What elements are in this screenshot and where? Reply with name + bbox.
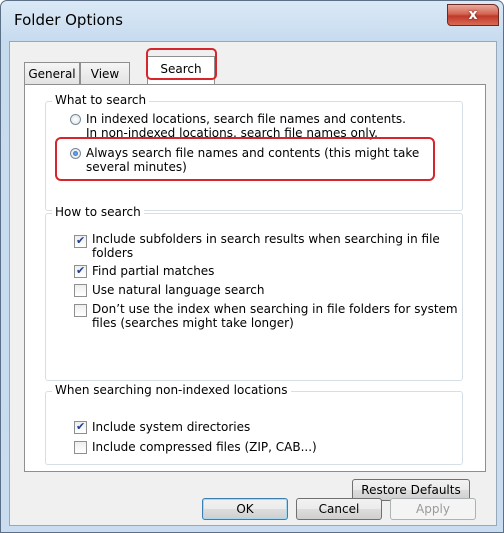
label-find-partial: Find partial matches: [92, 264, 215, 278]
radio-indexed-locations[interactable]: [70, 114, 81, 125]
label-dont-use-index-line2: files (searches might take longer): [92, 316, 294, 330]
option-indexed-line1: In indexed locations, search file names …: [86, 112, 406, 126]
search-tab-panel: What to search In indexed locations, sea…: [24, 84, 486, 501]
window-title: Folder Options: [14, 11, 123, 29]
close-button[interactable]: x: [447, 4, 499, 26]
checkbox-system-directories[interactable]: [74, 420, 87, 434]
checkbox-natural-language[interactable]: [74, 284, 87, 297]
checkbox-dont-use-index[interactable]: [74, 304, 87, 317]
label-dont-use-index-line1: Don’t use the index when searching in fi…: [92, 302, 458, 316]
title-bar[interactable]: Folder Options x: [1, 1, 503, 41]
non-indexed-title: When searching non-indexed locations: [52, 383, 291, 397]
how-to-search-title: How to search: [52, 205, 144, 219]
folder-options-window: Folder Options x General View Search Wha…: [0, 0, 504, 533]
label-natural-language: Use natural language search: [92, 283, 265, 297]
dialog-client-area: General View Search What to search In in…: [9, 41, 497, 526]
tab-view[interactable]: View: [80, 62, 130, 84]
always-search-highlight: [55, 137, 435, 181]
cancel-button[interactable]: Cancel: [296, 498, 382, 520]
what-to-search-title: What to search: [52, 93, 150, 107]
close-icon: x: [468, 7, 478, 23]
label-compressed-files: Include compressed files (ZIP, CAB...): [92, 440, 317, 454]
tab-general[interactable]: General: [24, 62, 80, 84]
search-tab-highlight: [146, 48, 217, 80]
apply-button[interactable]: Apply: [390, 498, 476, 520]
label-include-subfolders-line2: folders: [92, 246, 134, 260]
checkbox-find-partial[interactable]: [74, 264, 87, 278]
checkbox-compressed-files[interactable]: [74, 441, 87, 454]
ok-button[interactable]: OK: [202, 498, 288, 520]
label-system-directories: Include system directories: [92, 420, 251, 434]
checkbox-include-subfolders[interactable]: [74, 234, 87, 248]
label-include-subfolders-line1: Include subfolders in search results whe…: [92, 232, 440, 246]
